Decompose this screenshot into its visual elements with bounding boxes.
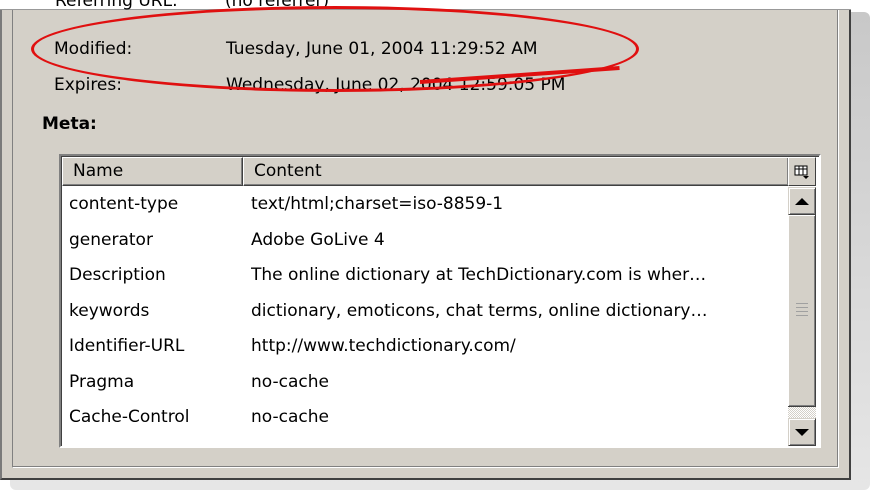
meta-name-cell: content-type <box>69 194 179 214</box>
column-header-content[interactable]: Content <box>243 157 789 186</box>
meta-content-cell: no-cache <box>251 407 329 427</box>
meta-content-cell: no-cache <box>251 371 329 392</box>
grip-line <box>796 311 808 312</box>
table-row[interactable]: keywords dictionary, emoticons, chat term… <box>62 297 788 333</box>
column-picker-button[interactable] <box>788 157 816 186</box>
meta-name-cell: Cache-Control <box>69 407 190 427</box>
referring-url-label: Referring URL: <box>55 0 178 11</box>
meta-content-cell: text/html;charset=iso-8859-1 <box>251 194 504 214</box>
table-row[interactable]: generator Adobe GoLive 4 <box>62 226 788 262</box>
meta-name-cell: Pragma <box>69 371 135 392</box>
grip-line <box>796 315 808 316</box>
column-header-name[interactable]: Name <box>62 157 243 186</box>
table-row[interactable]: Description The online dictionary at Tech… <box>62 261 788 297</box>
meta-content-cell: dictionary, emoticons, chat terms, onlin… <box>251 300 708 321</box>
meta-content-cell: http://www.techdictionary.com/ <box>251 336 516 356</box>
meta-name-cell: generator <box>69 229 153 250</box>
meta-list-view[interactable]: Name Content content-type text/html;chars… <box>59 154 821 448</box>
list-header: Name Content <box>62 157 817 186</box>
scroll-up-button[interactable] <box>788 187 816 215</box>
table-row[interactable]: Identifier-URL http://www.techdictionary.… <box>62 332 788 368</box>
meta-content-cell: Adobe GoLive 4 <box>251 229 385 250</box>
table-row[interactable]: Cache-Control no-cache <box>62 403 788 439</box>
table-row[interactable]: content-type text/html;charset=iso-8859-1 <box>62 190 788 226</box>
meta-name-cell: Identifier-URL <box>69 336 185 356</box>
vertical-scrollbar[interactable] <box>788 187 816 446</box>
meta-name-cell: keywords <box>69 300 150 321</box>
red-highlight-ellipse <box>31 6 639 92</box>
meta-section-label: Meta: <box>42 114 97 134</box>
arrow-down-icon <box>795 428 809 436</box>
column-picker-icon <box>794 165 809 179</box>
meta-name-cell: Description <box>69 265 166 285</box>
grip-line <box>796 303 808 304</box>
arrow-up-icon <box>795 197 809 205</box>
scroll-down-button[interactable] <box>788 418 816 446</box>
meta-content-cell: The online dictionary at TechDictionary.… <box>251 265 707 285</box>
table-row[interactable]: Pragma no-cache <box>62 368 788 404</box>
grip-line <box>796 307 808 308</box>
meta-rows: content-type text/html;charset=iso-8859-1… <box>62 190 788 439</box>
scroll-thumb[interactable] <box>788 215 816 407</box>
